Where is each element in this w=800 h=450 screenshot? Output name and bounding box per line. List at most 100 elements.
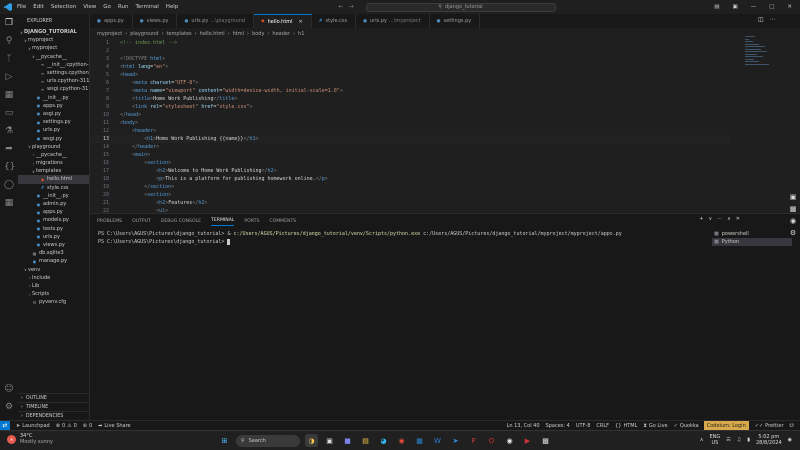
- tree-folder[interactable]: › Lib: [18, 282, 89, 290]
- language-mode[interactable]: {} HTML: [615, 423, 637, 429]
- codeium-login[interactable]: Codeium: Login: [703, 420, 749, 431]
- more-actions-icon[interactable]: ⋯: [717, 216, 722, 222]
- tree-file[interactable]: ● admin.py: [18, 200, 89, 208]
- breadcrumb-segment[interactable]: body: [252, 31, 264, 37]
- close-tab-icon[interactable]: ✕: [299, 19, 303, 25]
- close-button[interactable]: ✕: [787, 4, 792, 10]
- terminal-output[interactable]: PS C:\Users\AGUS\Pictures\django_tutoria…: [98, 230, 698, 246]
- source-control-icon[interactable]: ᛉ: [4, 54, 14, 64]
- tree-file[interactable]: ● apps.py: [18, 102, 89, 110]
- tree-file[interactable]: ● apps.py: [18, 208, 89, 216]
- problems-item[interactable]: ⊗ 0 ⚠ 0: [56, 423, 77, 429]
- panel-tab-comments[interactable]: COMMENTS: [269, 219, 296, 224]
- camera-icon[interactable]: ▣: [790, 193, 797, 201]
- breadcrumb-segment[interactable]: playground: [130, 31, 158, 37]
- panel-tab-problems[interactable]: PROBLEMS: [97, 219, 122, 224]
- menu-item-selection[interactable]: Selection: [51, 4, 76, 10]
- search-icon[interactable]: ⚲: [4, 36, 14, 46]
- panel-tab-output[interactable]: OUTPUT: [132, 219, 151, 224]
- ports-item[interactable]: ⊛ 0: [83, 423, 92, 429]
- maximize-button[interactable]: □: [769, 4, 774, 10]
- breadcrumb-segment[interactable]: h1: [298, 31, 304, 37]
- section-timeline[interactable]: › TIMELINE: [18, 402, 90, 411]
- tree-folder[interactable]: ∨ venv: [18, 265, 89, 273]
- tree-file[interactable]: ● urls.py: [18, 126, 89, 134]
- tree-folder[interactable]: › Scripts: [18, 290, 89, 298]
- clock[interactable]: 5:02 pm 28/8/2024: [756, 434, 782, 446]
- tree-file[interactable]: ▦ db.sqlite3: [18, 249, 89, 257]
- cursor-position[interactable]: Ln 13, Col 40: [507, 423, 540, 429]
- prettier-item[interactable]: ✓✓ Prettier: [755, 423, 784, 429]
- more-actions-icon[interactable]: ⋯: [770, 16, 776, 23]
- panel-tab-ports[interactable]: PORTS: [244, 219, 259, 224]
- tree-file[interactable]: ● urls.py: [18, 233, 89, 241]
- remote-explorer-icon[interactable]: ▭: [4, 108, 14, 118]
- menu-item-file[interactable]: File: [17, 4, 26, 10]
- input-language[interactable]: ENG US: [709, 434, 720, 446]
- taskbar-search[interactable]: ⚲ Search: [236, 434, 300, 447]
- tree-file[interactable]: ● asgi.py: [18, 110, 89, 118]
- opera-icon[interactable]: O: [485, 434, 498, 447]
- minimize-button[interactable]: —: [751, 4, 757, 10]
- tree-file[interactable]: ◆ hello.html: [18, 175, 89, 184]
- breadcrumb-segment[interactable]: header: [272, 31, 290, 37]
- tab-urls-py[interactable]: ● urls.py ...\myproject: [356, 14, 430, 28]
- quokka-item[interactable]: ✓ Quokka: [674, 423, 699, 429]
- live-share-icon[interactable]: ➦: [4, 144, 14, 154]
- tree-file[interactable]: ● views.py: [18, 241, 89, 249]
- menu-item-edit[interactable]: Edit: [33, 4, 44, 10]
- close-panel-icon[interactable]: ✕: [736, 216, 740, 222]
- workspace-root[interactable]: ∨ DJANGO_TUTORIAL: [18, 28, 89, 36]
- tree-file[interactable]: ● __init__.py: [18, 192, 89, 200]
- breadcrumb-segment[interactable]: templates: [166, 31, 191, 37]
- tab-urls-py[interactable]: ● urls.py ...\playground: [177, 14, 255, 28]
- tree-folder[interactable]: ∨ playground: [18, 143, 89, 151]
- word-icon[interactable]: W: [431, 434, 444, 447]
- testing-icon[interactable]: ⚗: [4, 126, 14, 136]
- widgets-icon[interactable]: ◑: [305, 434, 318, 447]
- breadcrumb-segment[interactable]: hello.html: [200, 31, 225, 37]
- menu-item-view[interactable]: View: [83, 4, 96, 10]
- new-terminal-icon[interactable]: +: [699, 216, 703, 222]
- panel-tab-debug-console[interactable]: DEBUG CONSOLE: [161, 219, 201, 224]
- tree-file[interactable]: ≡urls.cpython-311...: [18, 77, 89, 85]
- tab-style-css[interactable]: # style.css: [312, 14, 357, 28]
- tree-file[interactable]: ⚙ pyvenv.cfg: [18, 298, 89, 306]
- section-dependencies[interactable]: › DEPENDENCIES: [18, 411, 90, 420]
- chevron-up-icon[interactable]: ∧: [700, 437, 704, 443]
- panel-toggle-icon[interactable]: ▣: [732, 4, 737, 10]
- forward-arrow-icon[interactable]: →: [349, 4, 354, 10]
- indentation[interactable]: Spaces: 4: [546, 423, 570, 429]
- minimap[interactable]: [745, 36, 773, 66]
- tree-folder[interactable]: ∨ myproject: [18, 36, 89, 44]
- tab-hello-html[interactable]: ◆ hello.html ✕: [254, 14, 312, 28]
- tree-file[interactable]: # style.css: [18, 184, 89, 192]
- battery-icon[interactable]: ▮: [747, 437, 750, 443]
- tab-apps-py[interactable]: ● apps.py: [90, 14, 133, 28]
- volume-icon[interactable]: ♫: [737, 437, 741, 443]
- chrome-alt-icon[interactable]: ◉: [503, 434, 516, 447]
- tree-folder[interactable]: ∨ templates: [18, 167, 89, 175]
- tree-folder[interactable]: › Include: [18, 274, 89, 282]
- tab-settings-py[interactable]: ● settings.py: [430, 14, 481, 28]
- launchpad-item[interactable]: ➤ Launchpad: [16, 423, 50, 429]
- code-editor[interactable]: 1 <!-- index.html --> 2 3 <!DOCTYPE html> 4 <h…: [90, 39, 800, 213]
- terminal-instance[interactable]: ▩ powershell: [712, 230, 792, 238]
- tree-file[interactable]: ● settings.py: [18, 118, 89, 126]
- encoding[interactable]: UTF-8: [576, 423, 591, 429]
- panel-tab-terminal[interactable]: TERMINAL: [211, 218, 235, 226]
- extensions-icon[interactable]: ▦: [4, 90, 14, 100]
- menu-item-help[interactable]: Help: [166, 4, 179, 10]
- tree-file[interactable]: ≡settings.cpython-...: [18, 69, 89, 77]
- end-of-line[interactable]: CRLF: [596, 423, 609, 429]
- docker-icon[interactable]: ▦: [4, 198, 14, 208]
- tree-file[interactable]: ● __init__.py: [18, 94, 89, 102]
- vscode-taskbar-icon[interactable]: ➤: [449, 434, 462, 447]
- tree-file[interactable]: ● models.py: [18, 216, 89, 224]
- weather-widget[interactable]: ☀ 34°C Mostly sunny: [7, 433, 53, 445]
- record-icon[interactable]: ◉: [790, 217, 796, 225]
- task-view-icon[interactable]: ▣: [323, 434, 336, 447]
- menu-item-run[interactable]: Run: [118, 4, 129, 10]
- json-icon[interactable]: {}: [4, 162, 15, 172]
- notification-icon[interactable]: ◉: [788, 437, 792, 443]
